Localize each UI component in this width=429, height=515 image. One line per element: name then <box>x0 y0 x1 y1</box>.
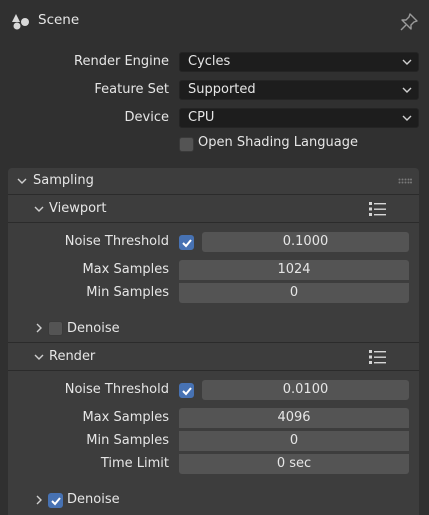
feature-set-dropdown[interactable]: Supported <box>179 80 419 100</box>
render-header[interactable]: Render <box>49 347 95 367</box>
viewport-max-samples-field[interactable]: 1024 <box>179 260 409 280</box>
render-max-samples-label: Max Samples <box>82 410 169 425</box>
render-noise-threshold-field[interactable]: 0.0100 <box>202 380 409 400</box>
chevron-down-icon[interactable] <box>16 175 28 187</box>
render-min-samples-label: Min Samples <box>86 433 169 448</box>
osl-label: Open Shading Language <box>198 135 358 150</box>
render-engine-value: Cycles <box>188 54 231 69</box>
field-divider <box>179 452 409 454</box>
render-denoise-label[interactable]: Denoise <box>67 490 120 510</box>
chevron-down-icon[interactable] <box>33 351 45 363</box>
scene-icon <box>12 14 29 30</box>
viewport-noise-threshold-label: Noise Threshold <box>64 234 169 249</box>
device-label: Device <box>124 110 169 125</box>
check-icon <box>182 239 192 248</box>
divider <box>8 342 419 343</box>
osl-checkbox[interactable] <box>179 137 194 152</box>
viewport-min-samples-label: Min Samples <box>86 285 169 300</box>
presets-list-icon[interactable] <box>369 201 387 217</box>
viewport-max-samples-label: Max Samples <box>82 262 169 277</box>
drag-handle-icon[interactable] <box>398 178 412 184</box>
viewport-denoise-checkbox[interactable] <box>48 321 63 336</box>
render-time-limit-field[interactable]: 0 sec <box>179 454 409 474</box>
chevron-down-icon[interactable] <box>33 203 45 215</box>
viewport-denoise-label[interactable]: Denoise <box>67 319 120 339</box>
viewport-noise-threshold-checkbox[interactable] <box>179 235 194 250</box>
render-engine-dropdown[interactable]: Cycles <box>179 52 419 72</box>
render-engine-label: Render Engine <box>74 54 169 69</box>
sampling-header[interactable]: Sampling <box>33 171 94 191</box>
divider <box>8 222 419 223</box>
feature-set-value: Supported <box>188 82 256 97</box>
viewport-noise-threshold-field[interactable]: 0.1000 <box>202 232 409 252</box>
render-max-samples-field[interactable]: 4096 <box>179 408 409 428</box>
chevron-down-icon <box>402 87 412 93</box>
render-noise-threshold-checkbox[interactable] <box>179 383 194 398</box>
presets-list-icon[interactable] <box>369 349 387 365</box>
viewport-header[interactable]: Viewport <box>49 199 107 219</box>
render-min-samples-field[interactable]: 0 <box>179 431 409 451</box>
panel-title: Scene <box>38 12 80 28</box>
chevron-down-icon <box>402 59 412 65</box>
render-noise-threshold-label: Noise Threshold <box>64 382 169 397</box>
divider <box>8 370 419 371</box>
chevron-down-icon <box>402 115 412 121</box>
pin-icon[interactable] <box>399 12 419 32</box>
field-divider <box>179 429 409 431</box>
check-icon <box>51 497 61 506</box>
device-value: CPU <box>188 110 215 125</box>
chevron-right-icon[interactable] <box>33 322 45 334</box>
chevron-right-icon[interactable] <box>33 494 45 506</box>
field-divider <box>179 281 409 283</box>
render-denoise-checkbox[interactable] <box>48 493 63 508</box>
render-time-limit-label: Time Limit <box>100 456 169 471</box>
divider <box>8 194 419 195</box>
viewport-min-samples-field[interactable]: 0 <box>179 283 409 303</box>
feature-set-label: Feature Set <box>94 82 169 97</box>
device-dropdown[interactable]: CPU <box>179 108 419 128</box>
check-icon <box>182 387 192 396</box>
